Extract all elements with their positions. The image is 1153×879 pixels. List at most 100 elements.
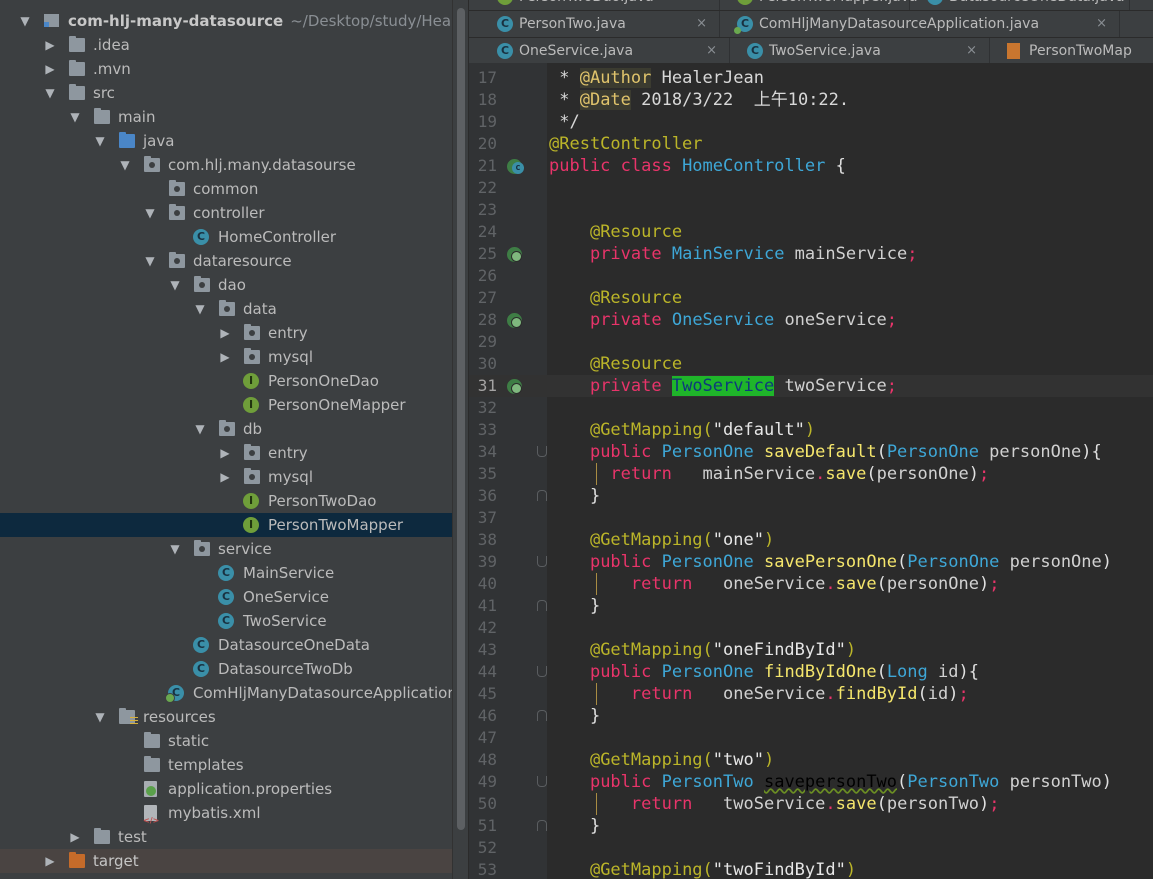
code-line[interactable]: 35 return mainService.save(personOne); <box>469 463 1153 485</box>
expand-arrow-down-icon[interactable]: ▼ <box>68 105 82 129</box>
tree-item[interactable]: ▼ dao <box>0 273 452 297</box>
expand-arrow-down-icon[interactable]: ▼ <box>168 537 182 561</box>
tab-close-icon[interactable]: × <box>696 11 707 37</box>
tree-item[interactable]: C DatasourceTwoDb <box>0 657 452 681</box>
expand-arrow-right-icon[interactable]: ▶ <box>68 825 82 849</box>
code-line[interactable]: 25 private MainService mainService; <box>469 243 1153 265</box>
tab-close-icon[interactable]: × <box>696 0 707 10</box>
expand-arrow-down-icon[interactable]: ▼ <box>143 201 157 225</box>
code-line[interactable]: 45 return oneService.findById(id); <box>469 683 1153 705</box>
code-line[interactable]: 32 <box>469 397 1153 419</box>
tree-item[interactable]: ▼ main <box>0 105 452 129</box>
code-line[interactable]: 41 } <box>469 595 1153 617</box>
tree-item[interactable]: I PersonTwoMapper <box>0 513 452 537</box>
editor-tab[interactable]: C ComHljManyDatasourceApplication.java × <box>719 11 1120 37</box>
code-line[interactable]: 23 <box>469 199 1153 221</box>
tree-item[interactable]: ▼ com-hlj-many-datasource ~/Desktop/study/… <box>0 9 468 33</box>
code-line[interactable]: 22 <box>469 177 1153 199</box>
spring-bean-gutter-icon[interactable] <box>507 247 522 262</box>
tree-item[interactable]: ▶ mysql <box>0 345 452 369</box>
expand-arrow-down-icon[interactable]: ▼ <box>93 705 107 729</box>
tab-close-icon[interactable]: × <box>886 0 897 10</box>
code-line[interactable]: 42 <box>469 617 1153 639</box>
tree-item[interactable]: ▼ db <box>0 417 452 441</box>
code-line[interactable]: 28 private OneService oneService; <box>469 309 1153 331</box>
tree-item[interactable]: ▼ src <box>0 81 452 105</box>
tree-item[interactable]: templates <box>0 753 452 777</box>
tree-item[interactable]: common <box>0 177 452 201</box>
tree-item[interactable]: I PersonTwoDao <box>0 489 452 513</box>
code-line[interactable]: 52 <box>469 837 1153 859</box>
expand-arrow-down-icon[interactable]: ▼ <box>118 153 132 177</box>
expand-arrow-down-icon[interactable]: ▼ <box>18 9 32 33</box>
tab-close-icon[interactable]: × <box>1106 0 1117 10</box>
code-line[interactable]: 34 public PersonOne saveDefault(PersonOn… <box>469 441 1153 463</box>
tree-item[interactable]: ▼ controller <box>0 201 452 225</box>
code-line[interactable]: 29 <box>469 331 1153 353</box>
expand-arrow-down-icon[interactable]: ▼ <box>43 81 57 105</box>
tree-item[interactable]: ▶ .idea <box>0 33 452 57</box>
tree-item[interactable]: ▶ entry <box>0 321 452 345</box>
tab-close-icon[interactable]: × <box>1096 11 1107 37</box>
code-line[interactable]: 49 public PersonTwo savepersonTwo(Person… <box>469 771 1153 793</box>
code-line[interactable]: 48 @GetMapping("two") <box>469 749 1153 771</box>
fold-marker-icon[interactable] <box>537 600 547 611</box>
code-line[interactable]: 24 @Resource <box>469 221 1153 243</box>
tree-item[interactable]: C ComHljManyDatasourceApplication <box>0 681 457 705</box>
fold-marker-icon[interactable] <box>537 446 547 457</box>
editor-tab[interactable]: C TwoService.java × <box>729 38 990 63</box>
tab-close-icon[interactable]: × <box>966 38 977 63</box>
expand-arrow-right-icon[interactable]: ▶ <box>43 57 57 81</box>
code-line[interactable]: 38 @GetMapping("one") <box>469 529 1153 551</box>
expand-arrow-right-icon[interactable]: ▶ <box>218 441 232 465</box>
tree-item[interactable]: I PersonOneDao <box>0 369 452 393</box>
code-editor[interactable]: 17 * @Author HealerJean 18 * @Date 2018/3… <box>469 63 1153 879</box>
code-line[interactable]: 46 } <box>469 705 1153 727</box>
expand-arrow-down-icon[interactable]: ▼ <box>143 249 157 273</box>
tree-item[interactable]: mybatis.xml <box>0 801 452 833</box>
expand-arrow-right-icon[interactable]: ▶ <box>43 849 57 873</box>
editor-tab[interactable]: I PersonTwoDao.java × <box>479 0 720 10</box>
code-line[interactable]: 44 public PersonOne findByIdOne(Long id)… <box>469 661 1153 683</box>
expand-arrow-right-icon[interactable]: ▶ <box>43 33 57 57</box>
expand-arrow-down-icon[interactable]: ▼ <box>193 297 207 321</box>
editor-tab[interactable]: C OneService.java × <box>479 38 730 63</box>
tree-item[interactable]: static <box>0 729 452 753</box>
fold-marker-icon[interactable] <box>537 776 547 787</box>
expand-arrow-down-icon[interactable]: ▼ <box>93 129 107 153</box>
code-line[interactable]: 33 @GetMapping("default") <box>469 419 1153 441</box>
code-line[interactable]: 53 @GetMapping("twoFindById") <box>469 859 1153 879</box>
code-line[interactable]: 20 @RestController <box>469 133 1153 155</box>
tree-item[interactable]: ▶ .mvn <box>0 57 452 81</box>
code-line[interactable]: 51 } <box>469 815 1153 837</box>
code-line[interactable]: 27 @Resource <box>469 287 1153 309</box>
code-line[interactable]: 31 private TwoService twoService; <box>469 375 1153 397</box>
code-line[interactable]: 37 <box>469 507 1153 529</box>
code-line[interactable]: 30 @Resource <box>469 353 1153 375</box>
tree-item[interactable]: ▶ test <box>0 825 452 849</box>
tree-item[interactable]: ▶ target <box>0 849 452 873</box>
tree-item[interactable]: ▼ com.hlj.many.datasourse <box>0 153 452 177</box>
editor-tab[interactable]: PersonTwoMap <box>989 38 1153 63</box>
code-line[interactable]: 19 */ <box>469 111 1153 133</box>
expand-arrow-right-icon[interactable]: ▶ <box>218 465 232 489</box>
code-line[interactable]: 18 * @Date 2018/3/22 上午10:22. <box>469 89 1153 111</box>
tree-item[interactable]: ▶ mysql <box>0 465 452 489</box>
code-line[interactable]: 40 return oneService.save(personOne); <box>469 573 1153 595</box>
tree-item[interactable]: C MainService <box>0 561 452 585</box>
code-line[interactable]: 36 } <box>469 485 1153 507</box>
fold-marker-icon[interactable] <box>537 820 547 831</box>
spring-bean-class-gutter-icon[interactable] <box>507 159 524 174</box>
expand-arrow-down-icon[interactable]: ▼ <box>168 273 182 297</box>
spring-bean-gutter-icon[interactable] <box>507 379 522 394</box>
tree-item[interactable]: C HomeController <box>0 225 452 249</box>
tree-item[interactable]: I PersonOneMapper <box>0 393 452 417</box>
tree-item[interactable]: ▶ entry <box>0 441 452 465</box>
tree-item[interactable]: C OneService <box>0 585 452 609</box>
editor-tab[interactable]: C DatasourceOneData.java× <box>909 0 1130 10</box>
fold-marker-icon[interactable] <box>537 556 547 567</box>
code-line[interactable]: 47 <box>469 727 1153 749</box>
code-line[interactable]: 17 * @Author HealerJean <box>469 67 1153 89</box>
tree-item[interactable]: ▼ resources <box>0 705 452 729</box>
expand-arrow-down-icon[interactable]: ▼ <box>193 417 207 441</box>
